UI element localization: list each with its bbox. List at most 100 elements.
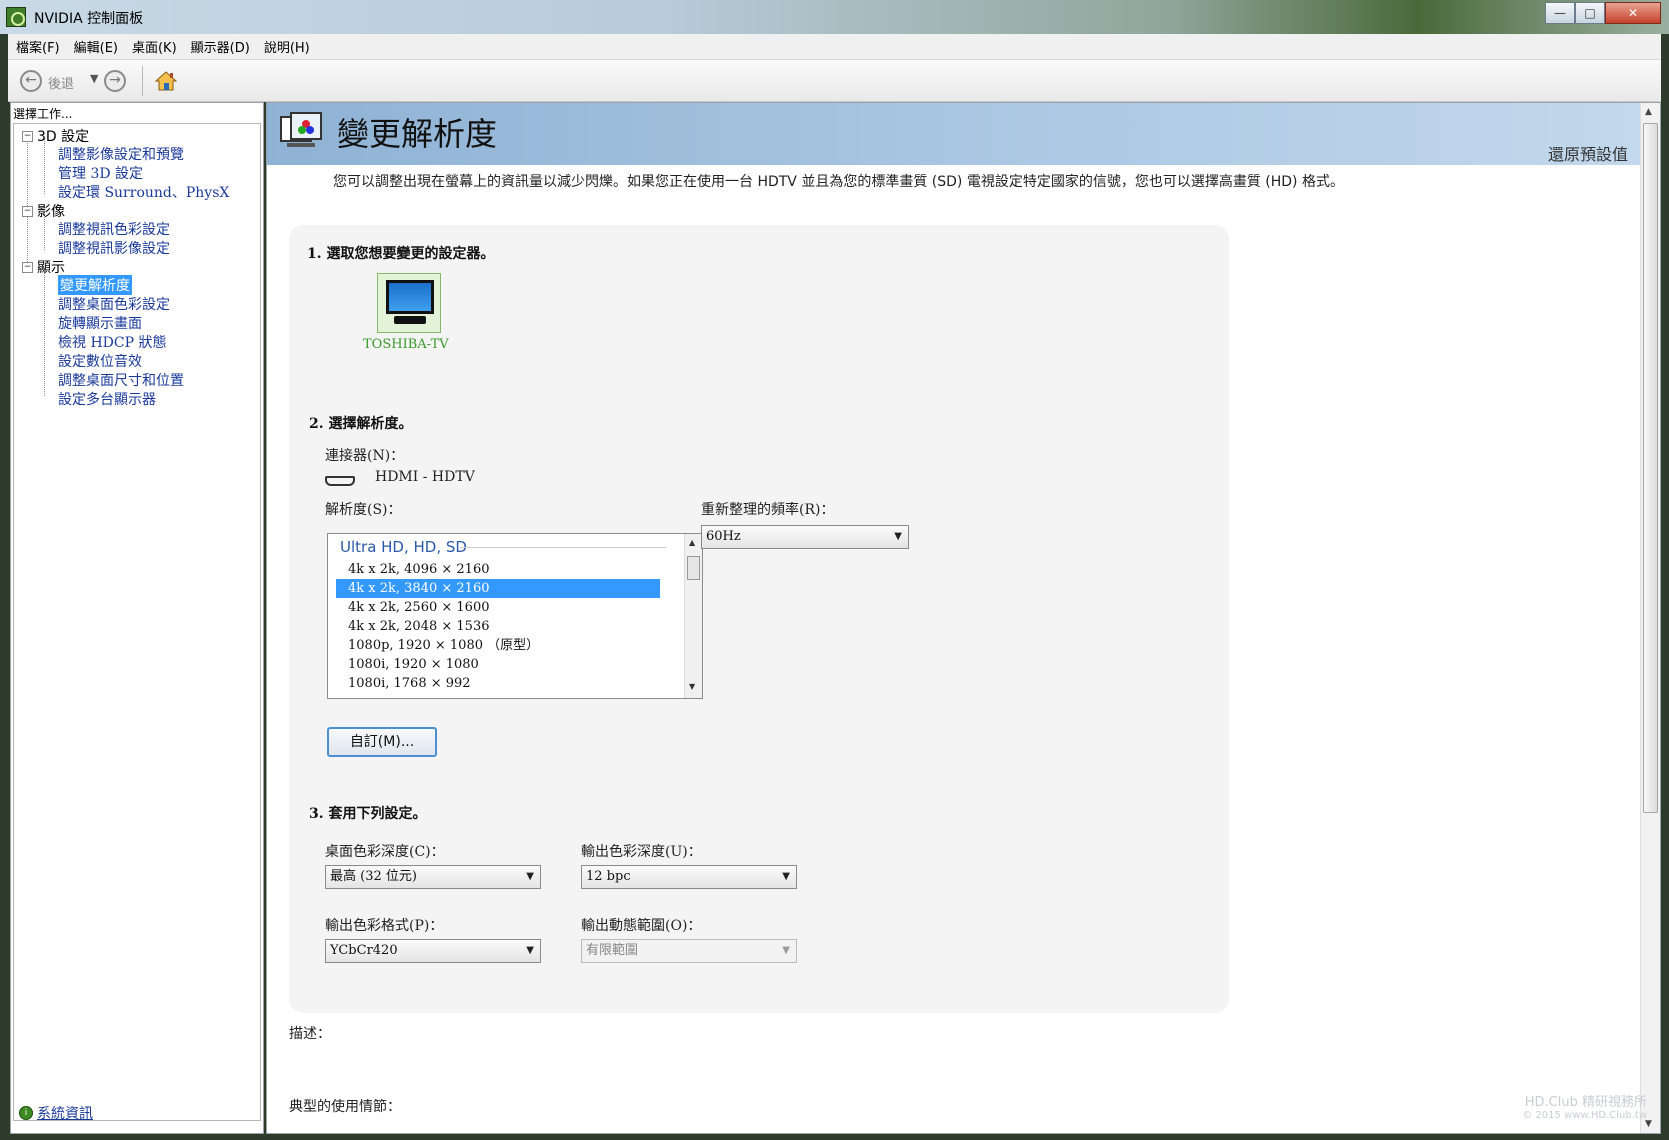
- maximize-button[interactable]: □: [1575, 2, 1605, 24]
- window-controls: — □ ✕: [1545, 2, 1661, 24]
- watermark: HD.Club 精研視務所 © 2015 www.HD.Club.tw: [1522, 1096, 1647, 1122]
- resolution-group-header: Ultra HD, HD, SD: [340, 538, 467, 556]
- back-label[interactable]: 後退: [48, 73, 74, 92]
- sidebar-item-video-color[interactable]: 調整視訊色彩設定: [58, 219, 170, 239]
- close-button[interactable]: ✕: [1605, 2, 1661, 24]
- tree-connector: [44, 270, 45, 396]
- restore-defaults-link[interactable]: 還原預設值: [1548, 141, 1628, 165]
- tree-connector: [44, 138, 45, 194]
- menu-help[interactable]: 說明(H): [264, 37, 310, 56]
- toolbar: ← 後退 ▼ →: [8, 60, 1661, 102]
- output-dynamic-range-value: 有限範圍: [586, 943, 639, 958]
- collapse-icon[interactable]: −: [22, 205, 33, 217]
- description-label: 描述：: [289, 1026, 331, 1042]
- resolution-option[interactable]: 4k x 2k, 2560 × 1600: [336, 598, 660, 617]
- output-dynamic-range-label: 輸出動態範圍(O)：: [581, 918, 702, 934]
- section3-title: 3. 套用下列設定。: [309, 806, 427, 822]
- sidebar-item-video-image[interactable]: 調整視訊影像設定: [58, 238, 170, 258]
- sidebar-item-desktop-size[interactable]: 調整桌面尺寸和位置: [58, 370, 184, 390]
- page-intro: 您可以調整出現在螢幕上的資訊量以減少閃爍。如果您正在使用一台 HDTV 並且為您…: [333, 174, 1344, 190]
- home-icon[interactable]: [154, 69, 178, 93]
- sidebar-item-multiple-displays[interactable]: 設定多台顯示器: [58, 389, 156, 409]
- monitor-icon: [386, 280, 434, 314]
- menu-file[interactable]: 檔案(F): [16, 37, 60, 56]
- resolution-option-selected[interactable]: 4k x 2k, 3840 × 2160: [336, 579, 660, 598]
- resolution-option[interactable]: 4k x 2k, 4096 × 2160: [336, 560, 660, 579]
- sidebar-item-change-resolution[interactable]: 變更解析度: [58, 275, 132, 295]
- resolution-option[interactable]: 1080i, 1768 × 992: [336, 674, 660, 693]
- resolution-listbox[interactable]: Ultra HD, HD, SD 4k x 2k, 4096 × 2160 4k…: [327, 533, 703, 699]
- system-info-link[interactable]: 系統資訊: [37, 1103, 93, 1123]
- dropdown-arrow-icon: ▼: [526, 945, 534, 956]
- watermark-copyright: © 2015 www.HD.Club.tw: [1522, 1110, 1647, 1121]
- system-info-link-row[interactable]: i 系統資訊: [19, 1103, 93, 1123]
- connector-value: HDMI - HDTV: [375, 469, 475, 485]
- content-scrollbar[interactable]: ▲ ▼: [1640, 103, 1660, 1133]
- resolution-option[interactable]: 4k x 2k, 2048 × 1536: [336, 617, 660, 636]
- minimize-button[interactable]: —: [1545, 2, 1575, 24]
- menu-desktop[interactable]: 桌面(K): [132, 37, 177, 56]
- sidebar-item-surround-physx[interactable]: 設定環 Surround、PhysX: [58, 182, 229, 202]
- scroll-up-icon[interactable]: ▲: [1645, 107, 1652, 117]
- task-pane-header: 選擇工作...: [13, 107, 73, 121]
- display-name[interactable]: TOSHIBA-TV: [363, 337, 449, 352]
- toolbar-separator: [142, 66, 143, 96]
- tree-group-display[interactable]: − 顯示: [22, 257, 65, 277]
- collapse-icon[interactable]: −: [22, 261, 33, 273]
- sidebar-item-digital-audio[interactable]: 設定數位音效: [58, 351, 142, 371]
- output-color-depth-label: 輸出色彩深度(U)：: [581, 844, 702, 860]
- dropdown-arrow-icon: ▼: [894, 531, 902, 542]
- tree-group-label: 顯示: [37, 260, 65, 276]
- back-history-dropdown-icon[interactable]: ▼: [90, 72, 98, 85]
- menu-bar: 檔案(F) 編輯(E) 桌面(K) 顯示器(D) 說明(H): [8, 34, 1661, 60]
- resolution-option[interactable]: 1080i, 1920 × 1080: [336, 655, 660, 674]
- forward-arrow-icon[interactable]: →: [104, 70, 126, 92]
- task-tree: − 3D 設定 調整影像設定和預覽 管理 3D 設定 設定環 Surround、…: [13, 123, 261, 1121]
- desktop-color-depth-value: 最高 (32 位元): [330, 869, 417, 884]
- section1-title: 1. 選取您想要變更的設定器。: [307, 246, 495, 262]
- collapse-icon[interactable]: −: [22, 130, 33, 142]
- resolution-list-scrollbar[interactable]: ▲ ▼: [684, 534, 702, 698]
- scroll-up-icon[interactable]: ▲: [689, 538, 695, 547]
- desktop-color-depth-dropdown[interactable]: 最高 (32 位元) ▼: [325, 865, 541, 889]
- sidebar-item-image-settings[interactable]: 調整影像設定和預覽: [58, 144, 184, 164]
- task-pane: 選擇工作... − 3D 設定 調整影像設定和預覽 管理 3D 設定 設定環 S…: [10, 102, 264, 1134]
- resolution-option[interactable]: 1080p, 1920 × 1080 （原型）: [336, 636, 660, 655]
- scroll-thumb[interactable]: [1643, 123, 1658, 813]
- menu-display[interactable]: 顯示器(D): [191, 37, 250, 56]
- hdmi-icon: [325, 476, 355, 486]
- usage-scenario-label: 典型的使用情節：: [289, 1099, 401, 1115]
- section2-title: 2. 選擇解析度。: [309, 416, 413, 432]
- refresh-rate-value: 60Hz: [706, 529, 741, 544]
- tree-group-label: 3D 設定: [37, 129, 90, 145]
- nvidia-app-icon: [6, 7, 26, 27]
- output-color-depth-dropdown[interactable]: 12 bpc ▼: [581, 865, 797, 889]
- sidebar-item-hdcp-status[interactable]: 檢視 HDCP 狀態: [58, 332, 166, 352]
- content-pane: 變更解析度 還原預設值 您可以調整出現在螢幕上的資訊量以減少閃爍。如果您正在使用…: [266, 102, 1661, 1134]
- dropdown-arrow-icon: ▼: [782, 945, 790, 956]
- connector-label: 連接器(N)：: [325, 448, 405, 464]
- scroll-down-icon[interactable]: ▼: [689, 682, 695, 691]
- desktop-color-depth-label: 桌面色彩深度(C)：: [325, 844, 445, 860]
- back-arrow-icon[interactable]: ←: [20, 70, 42, 92]
- output-color-format-dropdown[interactable]: YCbCr420 ▼: [325, 939, 541, 963]
- group-divider: [460, 547, 666, 548]
- display-tile[interactable]: [377, 273, 441, 333]
- sidebar-item-manage-3d[interactable]: 管理 3D 設定: [58, 163, 143, 183]
- sidebar-item-rotate-display[interactable]: 旋轉顯示畫面: [58, 313, 142, 333]
- display-resolution-icon: [280, 112, 322, 147]
- customize-button[interactable]: 自訂(M)...: [327, 727, 437, 757]
- menu-edit[interactable]: 編輯(E): [74, 37, 118, 56]
- info-icon: i: [19, 1106, 33, 1120]
- refresh-rate-label: 重新整理的頻率(R)：: [701, 502, 835, 518]
- dropdown-arrow-icon: ▼: [526, 871, 534, 882]
- dropdown-arrow-icon: ▼: [782, 871, 790, 882]
- tree-group-3d[interactable]: − 3D 設定: [22, 126, 89, 146]
- sidebar-item-desktop-color[interactable]: 調整桌面色彩設定: [58, 294, 170, 314]
- refresh-rate-dropdown[interactable]: 60Hz ▼: [701, 525, 909, 549]
- watermark-title: HD.Club 精研視務所: [1524, 1095, 1647, 1110]
- scroll-thumb[interactable]: [687, 556, 700, 580]
- title-bar: NVIDIA 控制面板 — □ ✕: [0, 0, 1669, 34]
- resolution-label: 解析度(S)：: [325, 502, 402, 518]
- tree-group-video[interactable]: − 影像: [22, 201, 65, 221]
